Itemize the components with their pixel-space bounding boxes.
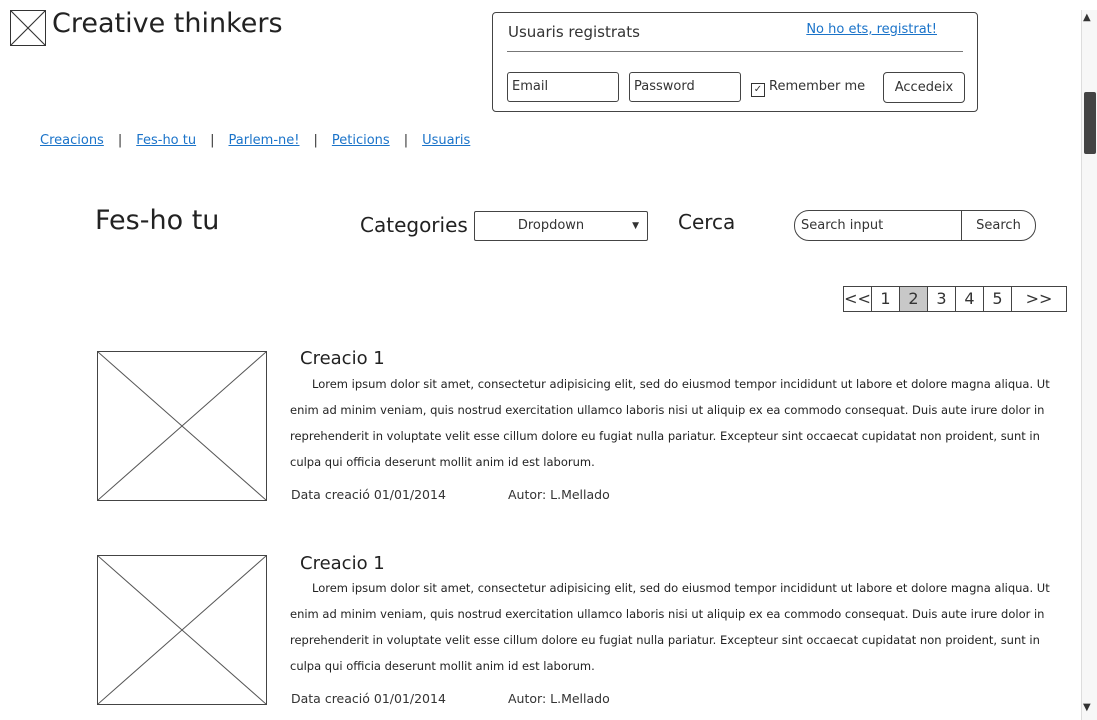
pagination-page-2[interactable]: 2 — [900, 287, 928, 311]
remember-me-checkbox[interactable]: ✓ Remember me — [751, 79, 865, 97]
pagination-last[interactable]: >> — [1012, 287, 1066, 311]
nav-item-creacions[interactable]: Creacions — [40, 133, 104, 148]
creation-author: Autor: L.Mellado — [508, 487, 610, 502]
nav-item-fes-ho-tu[interactable]: Fes-ho tu — [136, 133, 196, 148]
arrow-down-icon[interactable]: ▼ — [1083, 702, 1091, 713]
categories-label: Categories — [360, 213, 468, 237]
dropdown-value: Dropdown — [517, 218, 585, 233]
nav-item-peticions[interactable]: Peticions — [332, 133, 390, 148]
nav-separator: | — [313, 133, 318, 148]
search-button[interactable]: Search — [961, 211, 1035, 240]
email-input[interactable]: Email — [507, 72, 619, 102]
login-button[interactable]: Accedeix — [883, 72, 965, 103]
search-box: Search input Search — [794, 210, 1036, 241]
creation-description: Lorem ipsum dolor sit amet, consectetur … — [290, 581, 1050, 673]
main-nav: Creacions | Fes-ho tu | Parlem-ne! | Peticions… — [40, 133, 470, 148]
scrollbar-thumb[interactable] — [1084, 92, 1096, 154]
password-input[interactable]: Password — [629, 72, 741, 102]
page-title: Fes-ho tu — [95, 205, 220, 236]
login-panel: Usuaris registrats No ho ets, registrat!… — [492, 12, 978, 112]
nav-item-parlem-ne[interactable]: Parlem-ne! — [229, 133, 300, 148]
pagination-page-5[interactable]: 5 — [984, 287, 1012, 311]
site-title: Creative thinkers — [52, 8, 283, 39]
creation-image-placeholder-icon[interactable] — [97, 555, 267, 705]
arrow-up-icon[interactable]: ▲ — [1083, 12, 1091, 23]
nav-separator: | — [117, 133, 123, 148]
login-title: Usuaris registrats — [508, 23, 640, 41]
creation-description: Lorem ipsum dolor sit amet, consectetur … — [290, 377, 1050, 469]
categories-dropdown[interactable]: Dropdown ▼ — [474, 211, 648, 241]
search-input[interactable]: Search input — [801, 218, 883, 233]
nav-separator: | — [403, 133, 409, 148]
chevron-down-icon: ▼ — [632, 221, 639, 231]
nav-separator: | — [210, 133, 215, 148]
creation-date: Data creació 01/01/2014 — [291, 487, 446, 502]
pagination-page-4[interactable]: 4 — [956, 287, 984, 311]
creation-author: Autor: L.Mellado — [508, 691, 610, 706]
register-link[interactable]: No ho ets, registrat! — [806, 22, 937, 37]
creation-title[interactable]: Creacio 1 — [300, 348, 385, 369]
logo-image-placeholder-icon — [10, 10, 46, 46]
checkbox-checked-icon[interactable]: ✓ — [751, 83, 765, 97]
pagination: << 1 2 3 4 5 >> — [843, 286, 1067, 312]
pagination-page-1[interactable]: 1 — [872, 287, 900, 311]
search-label: Cerca — [678, 210, 736, 234]
creation-date: Data creació 01/01/2014 — [291, 691, 446, 706]
creation-image-placeholder-icon[interactable] — [97, 351, 267, 501]
login-divider — [507, 51, 963, 52]
creation-title[interactable]: Creacio 1 — [300, 553, 385, 574]
pagination-page-3[interactable]: 3 — [928, 287, 956, 311]
remember-me-label: Remember me — [769, 79, 866, 94]
pagination-first[interactable]: << — [844, 287, 872, 311]
nav-item-usuaris[interactable]: Usuaris — [422, 133, 470, 148]
